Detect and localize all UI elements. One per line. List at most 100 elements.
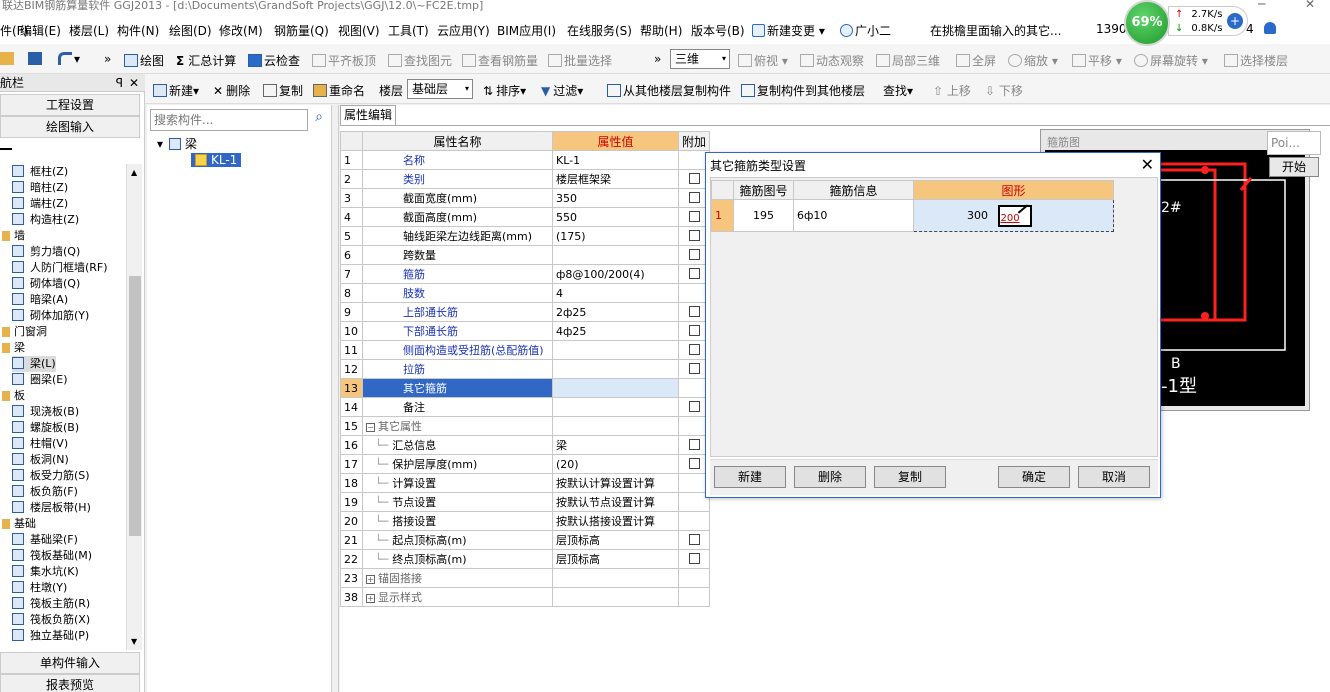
menu-modify[interactable]: 修改(M) — [219, 22, 263, 39]
local-3d-button[interactable]: 局部三维 — [876, 52, 940, 69]
menu-component[interactable]: 构件(N) — [117, 22, 159, 39]
table-row[interactable]: 20 └─ 搭接设置 按默认搭接设置计算 — [340, 511, 711, 531]
table-row[interactable]: 17 └─ 保护层厚度(mm) (20) — [340, 454, 711, 474]
scroll-up-icon[interactable]: ▲ — [131, 168, 137, 177]
search-input[interactable]: 搜索构件... — [150, 109, 308, 131]
menu-cloud[interactable]: 云应用(Y) — [437, 22, 490, 39]
property-value[interactable]: 层顶标高 — [552, 530, 679, 550]
property-value[interactable]: 350 — [552, 188, 679, 208]
select-floor-button[interactable]: 选择楼层 — [1224, 52, 1288, 69]
nav-item[interactable]: 梁(L) — [12, 356, 56, 372]
menu-help[interactable]: 帮助(H) — [640, 22, 682, 39]
add-checkbox[interactable] — [688, 324, 700, 336]
close-icon[interactable]: ✕ — [129, 74, 139, 92]
table-row[interactable]: 9 上部通长筋 2ф25 — [340, 302, 711, 322]
new-change-button[interactable]: 新建变更 ▾ — [752, 22, 825, 39]
add-checkbox[interactable] — [688, 343, 700, 355]
zoom-button[interactable]: 缩放 ▾ — [1008, 52, 1058, 69]
table-row[interactable]: 14 备注 — [340, 397, 711, 417]
menu-view[interactable]: 视图(V) — [338, 22, 380, 39]
add-checkbox[interactable] — [688, 191, 700, 203]
scroll-thumb[interactable] — [129, 276, 141, 536]
dialog-delete-button[interactable]: 删除 — [794, 466, 866, 488]
table-row[interactable]: 16 └─ 汇总信息梁 — [340, 435, 711, 455]
project-settings-button[interactable]: 工程设置 — [0, 94, 140, 116]
dialog-cancel-button[interactable]: 取消 — [1078, 466, 1150, 488]
screen-rotate-button[interactable]: 屏幕旋转 ▾ — [1134, 52, 1208, 69]
top-view-button[interactable]: 俯视 ▾ — [738, 52, 788, 69]
stirrup-info-cell[interactable]: 6ф10 — [793, 199, 914, 232]
pin-icon[interactable]: ꟼ — [116, 74, 123, 92]
property-value[interactable]: 按默认搭接设置计算 — [552, 511, 679, 531]
nav-item[interactable]: 剪力墙(Q) — [12, 244, 80, 260]
poi-input[interactable]: Poi... — [1267, 131, 1321, 155]
start-button[interactable]: 开始 — [1269, 157, 1319, 177]
nav-category[interactable]: 门窗洞 — [2, 324, 47, 340]
level-slab-button[interactable]: 平齐板顶 — [312, 52, 376, 69]
assistant-button[interactable]: 广小二 — [840, 22, 891, 39]
expand-icon[interactable]: + — [366, 575, 375, 584]
close-icon[interactable]: ✕ — [1141, 155, 1154, 174]
property-value[interactable] — [552, 587, 679, 607]
tree-node-beam[interactable]: ▾ 梁 — [157, 137, 197, 151]
nav-item[interactable]: 端柱(Z) — [12, 196, 68, 212]
nav-item[interactable]: 圈梁(E) — [12, 372, 68, 388]
property-value[interactable] — [552, 245, 679, 265]
nav-item[interactable]: 砌体墙(Q) — [12, 276, 80, 292]
add-checkbox[interactable] — [688, 400, 700, 412]
stirrup-no-cell[interactable]: 195 — [733, 199, 794, 232]
table-row[interactable]: 12 拉筋 — [340, 359, 711, 379]
delete-component-button[interactable]: ✕ 删除 — [213, 82, 250, 99]
nav-category[interactable]: 基础 — [2, 516, 36, 532]
menu-draw[interactable]: 绘图(D) — [169, 22, 212, 39]
nav-item[interactable]: 构造柱(Z) — [12, 212, 79, 228]
property-value[interactable]: 楼层框架梁 — [552, 169, 679, 189]
find-button[interactable]: 查找▾ — [883, 82, 913, 99]
dialog-new-button[interactable]: 新建 — [714, 466, 786, 488]
table-row[interactable]: 19 └─ 节点设置 按默认节点设置计算 — [340, 492, 711, 512]
table-row[interactable]: 2 类别 楼层框架梁 — [340, 169, 711, 189]
close-window-button[interactable]: ✕ — [1305, 0, 1315, 10]
table-row[interactable]: 15− 其它属性 — [340, 416, 711, 436]
sort-button[interactable]: ⇅ 排序▾ — [483, 82, 526, 99]
nav-category[interactable]: 板 — [2, 388, 25, 404]
table-row[interactable]: 23 + 锚固搭接 — [340, 568, 711, 588]
nav-item[interactable]: 筏板基础(M) — [12, 548, 92, 564]
dialog-copy-button[interactable]: 复制 — [874, 466, 946, 488]
nav-item[interactable]: 现浇板(B) — [12, 404, 79, 420]
property-value[interactable]: 2ф25 — [552, 302, 679, 322]
table-row[interactable]: 1 名称 KL-1 — [340, 150, 711, 170]
toolbar-overflow-chevron-2[interactable]: » — [654, 52, 661, 66]
property-value[interactable]: 550 — [552, 207, 679, 227]
add-checkbox[interactable] — [688, 267, 700, 279]
nav-item[interactable]: 框柱(Z) — [12, 164, 68, 180]
table-row[interactable]: 18 └─ 计算设置 按默认计算设置计算 — [340, 473, 711, 493]
table-row[interactable]: 5 轴线距梁左边线距离(mm) (175) — [340, 226, 711, 246]
add-checkbox[interactable] — [688, 457, 700, 469]
menu-version[interactable]: 版本号(B) — [691, 22, 745, 39]
table-row[interactable]: 13 其它箍筋 — [340, 378, 711, 398]
undo-button[interactable]: ▾ — [58, 52, 80, 66]
table-row[interactable]: 38 + 显示样式 — [340, 587, 711, 607]
view-mode-select[interactable]: 三维 ▾ — [670, 49, 730, 69]
table-row[interactable]: 21 └─ 起点顶标高(m) 层顶标高 — [340, 530, 711, 550]
table-row[interactable]: 1 195 6ф10 300 200 — [711, 199, 1114, 232]
speed-ball[interactable]: 69% — [1124, 0, 1170, 46]
nav-item[interactable]: 柱墩(Y) — [12, 580, 67, 596]
nav-item[interactable]: 板负筋(F) — [12, 484, 78, 500]
nav-item[interactable]: 柱帽(V) — [12, 436, 68, 452]
batch-select-button[interactable]: 批量选择 — [548, 52, 612, 69]
copy-component-button[interactable]: 复制 — [263, 82, 303, 99]
new-component-button[interactable]: 新建▾ — [153, 82, 199, 99]
nav-item[interactable]: 筏板负筋(X) — [12, 612, 90, 628]
floor-select[interactable]: 基础层 ▾ — [407, 79, 473, 99]
table-row[interactable]: 10 下部通长筋 4ф25 — [340, 321, 711, 341]
property-value[interactable] — [552, 340, 679, 360]
collapse-icon[interactable]: − — [366, 423, 375, 432]
nav-category[interactable]: 墙 — [2, 228, 25, 244]
nav-item[interactable]: 人防门框墙(RF) — [12, 260, 108, 276]
filter-button[interactable]: ▼ 过滤▾ — [541, 82, 583, 99]
menu-tools[interactable]: 工具(T) — [388, 22, 429, 39]
nav-category[interactable]: 梁 — [2, 340, 25, 356]
property-value[interactable]: KL-1 — [552, 150, 679, 170]
